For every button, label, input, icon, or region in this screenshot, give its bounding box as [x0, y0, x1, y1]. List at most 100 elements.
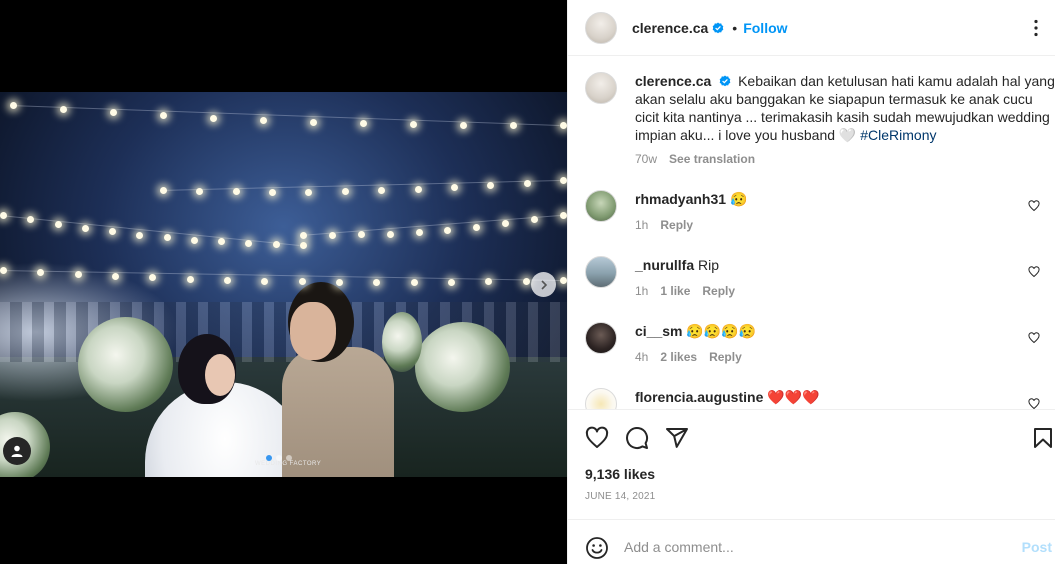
comment-likes[interactable]: 2 likes: [660, 350, 697, 364]
light-bulb: [0, 212, 7, 219]
reply-button[interactable]: Reply: [709, 350, 742, 364]
light-bulb: [160, 111, 167, 119]
light-string: [0, 215, 300, 246]
comment-icon[interactable]: [625, 426, 649, 450]
light-bulb: [210, 114, 217, 122]
comment-username[interactable]: florencia.augustine: [635, 389, 763, 405]
photo-bride-face: [205, 354, 235, 396]
avatar[interactable]: [585, 72, 617, 104]
heart-icon[interactable]: [585, 426, 609, 450]
comment-body: florencia.augustine ❤️❤️❤️: [635, 388, 1055, 406]
light-bulb: [560, 212, 567, 219]
carousel-dot: [276, 455, 282, 461]
comment-text: ❤️❤️❤️: [767, 389, 820, 405]
caption-username[interactable]: clerence.ca: [635, 73, 711, 89]
follow-button[interactable]: Follow: [743, 20, 787, 36]
emoji-icon[interactable]: [585, 536, 609, 560]
comment-item: ci__sm 😥😥😥😥 4h 2 likes Reply: [585, 322, 1045, 372]
light-bulb: [224, 276, 231, 284]
light-bulb: [460, 121, 467, 129]
comment-meta: 1h Reply: [635, 218, 693, 232]
see-translation-link[interactable]: See translation: [669, 152, 755, 166]
like-comment-heart-icon[interactable]: [1028, 332, 1040, 344]
reply-button[interactable]: Reply: [660, 218, 693, 232]
light-bulb: [110, 108, 117, 116]
reply-button[interactable]: Reply: [702, 284, 735, 298]
comment-text: 😥😥😥😥: [686, 323, 757, 339]
avatar[interactable]: [585, 388, 617, 409]
add-comment-bar: Post: [568, 519, 1055, 564]
light-bulb: [310, 118, 317, 126]
light-bulb: [54, 220, 62, 228]
like-comment-heart-icon[interactable]: [1028, 266, 1040, 278]
carousel-dot: [266, 455, 272, 461]
light-bulb: [74, 270, 82, 278]
bookmark-icon[interactable]: [1031, 426, 1055, 450]
light-bulb: [196, 187, 204, 195]
share-icon[interactable]: [665, 426, 689, 450]
verified-badge-icon: [712, 22, 724, 33]
likes-count[interactable]: 9,136 likes: [585, 466, 655, 482]
light-bulb: [261, 277, 269, 285]
avatar[interactable]: [585, 256, 617, 288]
light-bulb: [473, 223, 481, 231]
light-bulb: [269, 188, 277, 196]
light-bulb: [160, 187, 167, 194]
light-bulb: [300, 232, 307, 239]
comment-username[interactable]: ci__sm: [635, 323, 682, 339]
light-bulb: [163, 234, 171, 242]
light-string: [160, 180, 561, 191]
light-bulb: [186, 275, 194, 283]
comment-username[interactable]: rhmadyanh31: [635, 191, 726, 207]
post-caption: clerence.ca Kebaikan dan ketulusan hati …: [585, 72, 1055, 172]
light-bulb: [415, 229, 423, 237]
light-bulb: [487, 182, 495, 190]
light-bulb: [328, 231, 336, 239]
light-bulb: [357, 231, 365, 239]
comment-username[interactable]: _nurullfa: [635, 257, 694, 273]
comment-input[interactable]: [624, 532, 1004, 562]
avatar[interactable]: [585, 322, 617, 354]
like-comment-heart-icon[interactable]: [1028, 200, 1040, 212]
avatar[interactable]: [585, 11, 617, 44]
like-comment-heart-icon[interactable]: [1028, 398, 1040, 409]
light-bulb: [0, 267, 7, 274]
light-bulb: [136, 231, 144, 239]
post-date: JUNE 14, 2021: [585, 491, 656, 502]
tag-user-icon: [11, 445, 23, 457]
light-bulb: [305, 188, 313, 196]
light-bulb: [112, 272, 119, 280]
post-comment-button[interactable]: Post: [1022, 539, 1052, 555]
comment-meta: 4h 2 likes Reply: [635, 350, 742, 364]
tagged-users-button[interactable]: [3, 437, 31, 465]
comment-likes[interactable]: 1 like: [660, 284, 690, 298]
header-separator: •: [732, 19, 738, 36]
light-bulb: [360, 120, 367, 128]
comment-body: _nurullfa Rip: [635, 256, 1055, 274]
comment-item: _nurullfa Rip 1h 1 like Reply: [585, 256, 1045, 306]
comment-age: 4h: [635, 350, 649, 364]
light-bulb: [298, 278, 306, 286]
light-string: [300, 215, 561, 236]
avatar[interactable]: [585, 190, 617, 222]
comments-list[interactable]: clerence.ca Kebaikan dan ketulusan hati …: [568, 57, 1055, 409]
light-bulb: [190, 236, 198, 244]
comment-meta: 1h 1 like Reply: [635, 284, 735, 298]
light-bulb: [300, 242, 307, 249]
light-bulb: [81, 224, 89, 232]
light-bulb: [218, 238, 226, 246]
caption-hashtag[interactable]: #CleRimony: [860, 127, 936, 143]
caption-body: clerence.ca Kebaikan dan ketulusan hati …: [635, 72, 1055, 144]
photo-flowers-mid: [382, 312, 422, 372]
light-bulb: [260, 117, 267, 125]
next-photo-button[interactable]: [531, 272, 556, 297]
post-photo[interactable]: WEDDING FACTORY: [0, 92, 567, 477]
light-bulb: [444, 226, 452, 234]
light-bulb: [232, 188, 240, 196]
post-actions: 9,136 likes JUNE 14, 2021: [568, 409, 1055, 519]
light-string: [9, 105, 560, 126]
more-options-icon[interactable]: [1026, 18, 1046, 38]
post-author-username[interactable]: clerence.ca: [632, 20, 708, 36]
photo-flowers-right: [415, 322, 510, 412]
light-bulb: [414, 186, 422, 194]
